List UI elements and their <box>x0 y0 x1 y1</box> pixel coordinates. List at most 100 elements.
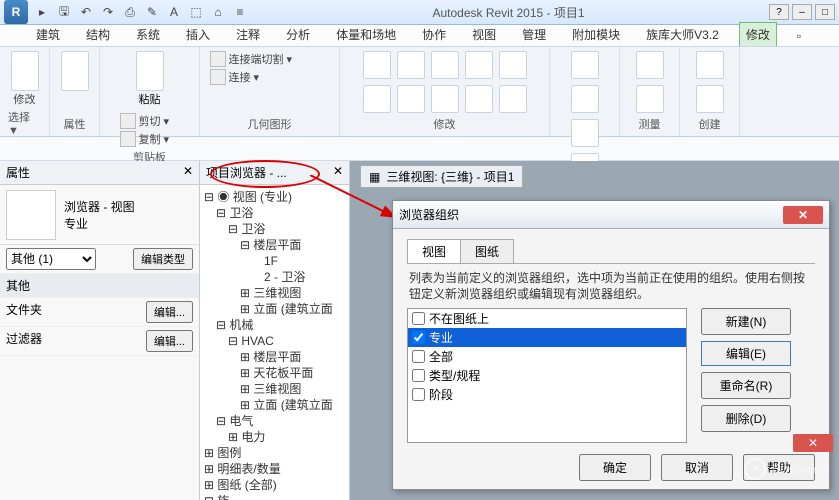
tab-insert[interactable]: 插入 <box>180 23 216 46</box>
org-option[interactable]: 类型/规程 <box>408 366 686 385</box>
tab-arch[interactable]: 建筑 <box>30 23 66 46</box>
m6-icon[interactable] <box>363 85 391 113</box>
org-option[interactable]: 全部 <box>408 347 686 366</box>
tree-item[interactable]: ⊞ 明细表/数量 <box>204 461 345 477</box>
delete-button[interactable]: 删除(D) <box>701 405 791 432</box>
tree-item[interactable]: ⊞ 三维视图 <box>204 285 345 301</box>
new-button[interactable]: 新建(N) <box>701 308 791 335</box>
align-icon[interactable]: ≡ <box>232 4 248 20</box>
cut-button[interactable]: 剪切 ▾ <box>120 113 180 129</box>
tab-mass[interactable]: 体量和场地 <box>330 23 402 46</box>
print-icon[interactable]: ⎙ <box>122 4 138 20</box>
help-icon[interactable]: ? <box>769 4 789 20</box>
tree-item[interactable]: ⊞ 立面 (建筑立面 <box>204 397 345 413</box>
tab-famlib[interactable]: 族库大师V3.2 <box>640 23 725 46</box>
tree-item[interactable]: ⊞ 天花板平面 <box>204 365 345 381</box>
m7-icon[interactable] <box>397 85 425 113</box>
org-list[interactable]: 不在图纸上专业全部类型/规程阶段 <box>407 308 687 443</box>
edit-button[interactable]: 编辑(E) <box>701 341 791 366</box>
minimize-icon[interactable]: – <box>792 4 812 20</box>
text-icon[interactable]: A <box>166 4 182 20</box>
join-cut-button[interactable]: 连接端切割 ▾ <box>210 51 330 67</box>
cr1-icon[interactable] <box>696 51 724 79</box>
secondary-close-icon[interactable]: ✕ <box>793 434 833 452</box>
view-tab[interactable]: ▦ 三维视图: {三维} - 项目1 <box>360 165 523 188</box>
tree-item[interactable]: ⊞ 楼层平面 <box>204 349 345 365</box>
v1-icon[interactable] <box>571 51 599 79</box>
m3-icon[interactable] <box>431 51 459 79</box>
tree-item[interactable]: ⊞ 电力 <box>204 429 345 445</box>
m4-icon[interactable] <box>465 51 493 79</box>
instance-selector[interactable]: 其他 (1) <box>6 248 96 270</box>
tree-item[interactable]: 1F <box>204 253 345 269</box>
dialog-close-icon[interactable]: ✕ <box>783 206 823 224</box>
v3-icon[interactable] <box>571 119 599 147</box>
m1-icon[interactable] <box>363 51 391 79</box>
tab-addin[interactable]: 附加模块 <box>566 23 626 46</box>
tab-struct[interactable]: 结构 <box>80 23 116 46</box>
home-icon[interactable]: ⌂ <box>210 4 226 20</box>
tree-item[interactable]: ⊟ 卫浴 <box>204 221 345 237</box>
properties-close-icon[interactable]: ✕ <box>183 164 193 181</box>
cancel-button[interactable]: 取消 <box>661 454 733 481</box>
group-select-label: 选择 ▼ <box>8 107 41 137</box>
tab-collab[interactable]: 协作 <box>416 23 452 46</box>
tab-analyze[interactable]: 分析 <box>280 23 316 46</box>
org-option[interactable]: 专业 <box>408 328 686 347</box>
m8-icon[interactable] <box>431 85 459 113</box>
v2-icon[interactable] <box>571 85 599 113</box>
tree-item[interactable]: 2 - 卫浴 <box>204 269 345 285</box>
meas1-icon[interactable] <box>636 51 664 79</box>
tab-modify[interactable]: 修改 <box>739 22 777 46</box>
open-icon[interactable]: ▸ <box>34 4 50 20</box>
dialog-tab-view[interactable]: 视图 <box>407 239 461 263</box>
tree-item[interactable]: ⊞ 图纸 (全部) <box>204 477 345 493</box>
tab-sys[interactable]: 系统 <box>130 23 166 46</box>
tree-item[interactable]: ⊞ 三维视图 <box>204 381 345 397</box>
tree-item[interactable]: ⊟ ◉ 视图 (专业) <box>204 189 345 205</box>
org-option[interactable]: 不在图纸上 <box>408 309 686 328</box>
ribbon-tabs: 建筑 结构 系统 插入 注释 分析 体量和场地 协作 视图 管理 附加模块 族库… <box>0 25 839 47</box>
org-option[interactable]: 阶段 <box>408 385 686 404</box>
dialog-tab-sheet[interactable]: 图纸 <box>460 239 514 263</box>
paste-icon[interactable] <box>136 51 164 91</box>
m9-icon[interactable] <box>465 85 493 113</box>
help-button[interactable]: 帮助 <box>743 454 815 481</box>
tree-item[interactable]: ⊟ 族 <box>204 493 345 500</box>
maximize-icon[interactable]: □ <box>815 4 835 20</box>
modify-tool-icon[interactable] <box>11 51 39 91</box>
ok-button[interactable]: 确定 <box>579 454 651 481</box>
tab-annot[interactable]: 注释 <box>230 23 266 46</box>
redo-icon[interactable]: ↷ <box>100 4 116 20</box>
tab-manage[interactable]: 管理 <box>516 23 552 46</box>
unjoin-button[interactable]: 连接 ▾ <box>210 69 330 85</box>
tree-item[interactable]: ⊞ 图例 <box>204 445 345 461</box>
m10-icon[interactable] <box>499 85 527 113</box>
m5-icon[interactable] <box>499 51 527 79</box>
tree-item[interactable]: ⊟ HVAC <box>204 333 345 349</box>
cr2-icon[interactable] <box>696 85 724 113</box>
browser-close-icon[interactable]: ✕ <box>333 164 343 181</box>
browser-tree[interactable]: ⊟ ◉ 视图 (专业) ⊟ 卫浴 ⊟ 卫浴 ⊟ 楼层平面 1F 2 - 卫浴 ⊞… <box>200 185 349 500</box>
app-logo[interactable]: R <box>4 0 28 24</box>
tab-view[interactable]: 视图 <box>466 23 502 46</box>
m2-icon[interactable] <box>397 51 425 79</box>
rename-button[interactable]: 重命名(R) <box>701 372 791 399</box>
view-tab-label: 三维视图: {三维} - 项目1 <box>386 168 514 185</box>
save-icon[interactable]: 🖫 <box>56 4 72 20</box>
filters-edit-button[interactable]: 编辑... <box>146 330 193 352</box>
tree-item[interactable]: ⊟ 楼层平面 <box>204 237 345 253</box>
tree-item[interactable]: ⊞ 立面 (建筑立面 <box>204 301 345 317</box>
tree-item[interactable]: ⊟ 卫浴 <box>204 205 345 221</box>
tab-extra-icon[interactable]: ▫ <box>791 26 807 46</box>
tree-item[interactable]: ⊟ 电气 <box>204 413 345 429</box>
edit-type-button[interactable]: 编辑类型 <box>133 248 193 270</box>
cube-icon[interactable]: ⬚ <box>188 4 204 20</box>
undo-icon[interactable]: ↶ <box>78 4 94 20</box>
props-icon[interactable] <box>61 51 89 91</box>
arrow-icon[interactable]: ✎ <box>144 4 160 20</box>
tree-item[interactable]: ⊟ 机械 <box>204 317 345 333</box>
meas2-icon[interactable] <box>636 85 664 113</box>
copy-button[interactable]: 复制 ▾ <box>120 131 180 147</box>
folder-edit-button[interactable]: 编辑... <box>146 301 193 323</box>
